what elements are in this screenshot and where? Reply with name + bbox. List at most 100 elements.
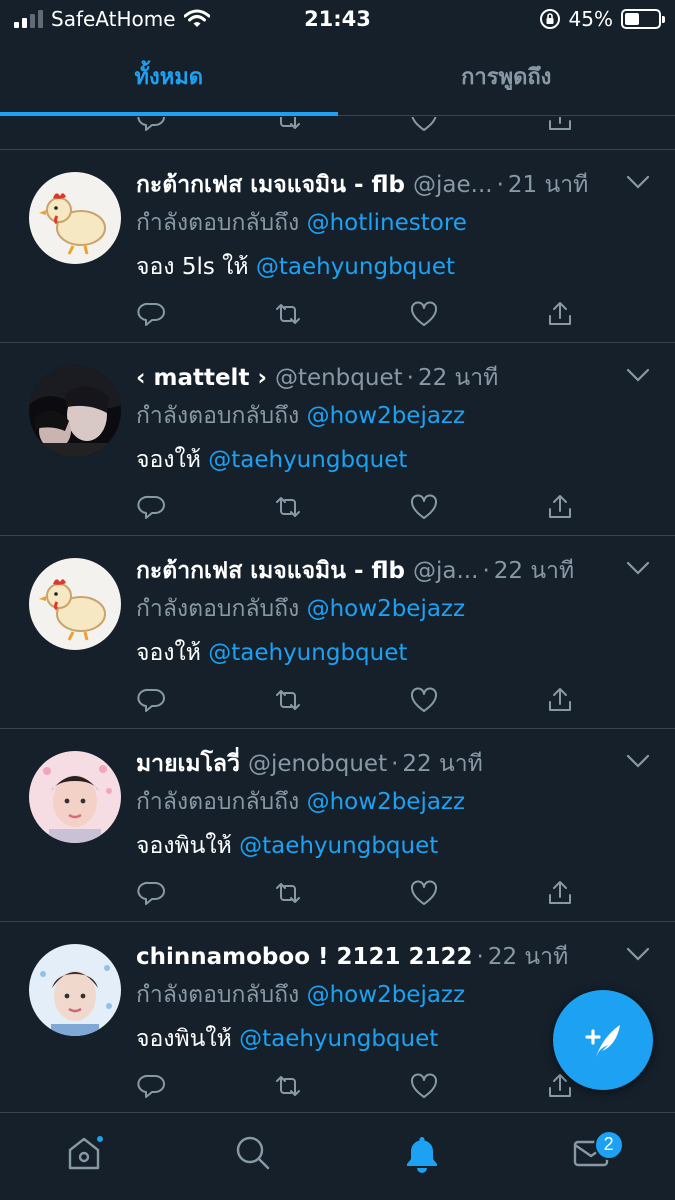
like-icon[interactable] xyxy=(408,684,440,716)
compose-feather-icon xyxy=(585,1025,620,1057)
share-icon[interactable] xyxy=(544,298,576,330)
messages-badge: 2 xyxy=(593,1129,624,1160)
tweet-text-body: จองให้ xyxy=(136,640,201,666)
tab-mentions[interactable]: การพูดถึง xyxy=(338,38,675,115)
tab-all[interactable]: ทั้งหมด xyxy=(0,38,338,116)
replying-to-label: กำลังตอบกลับถึง xyxy=(136,982,300,1008)
tweet-author-name[interactable]: chinnamoboo ! 2121 2122 xyxy=(136,940,473,974)
retweet-icon[interactable] xyxy=(272,491,304,523)
tweet-author-name[interactable]: มายเมโลวี่ xyxy=(136,747,240,781)
tweet-author-handle: @jae... xyxy=(413,172,493,198)
replying-to-line: กำลังตอบกลับถึง @how2bejazz xyxy=(136,781,629,823)
signal-strength-icon xyxy=(14,10,43,28)
notification-feed[interactable]: กะต้ากเฟส เมจแจมิน - flb @jae... · 21 นาทีก… xyxy=(0,117,675,1112)
tweet-author-handle: @jenobquet xyxy=(247,751,388,777)
replying-to-mention[interactable]: @hotlinestore xyxy=(307,210,467,236)
avatar[interactable] xyxy=(29,365,121,457)
separator-dot: · xyxy=(496,172,504,198)
reply-icon[interactable] xyxy=(136,117,168,135)
replying-to-label: กำลังตอบกลับถึง xyxy=(136,789,300,815)
tweet-mention-link[interactable]: @taehyungbquet xyxy=(208,447,407,473)
chevron-down-icon[interactable] xyxy=(625,558,651,578)
reply-icon[interactable] xyxy=(136,1070,168,1102)
tweet-mention-link[interactable]: @taehyungbquet xyxy=(256,254,455,280)
replying-to-line: กำลังตอบกลับถึง @how2bejazz xyxy=(136,395,629,437)
replying-to-mention[interactable]: @how2bejazz xyxy=(307,982,465,1008)
avatar[interactable] xyxy=(29,751,121,843)
tweet-author-name[interactable]: กะต้ากเฟส เมจแจมิน - flb xyxy=(136,168,405,202)
tweet-text-body: จองพินให้ xyxy=(136,1026,232,1052)
share-icon[interactable] xyxy=(544,684,576,716)
nav-home[interactable] xyxy=(59,1128,109,1178)
tweet-timestamp: 21 นาที xyxy=(507,172,589,198)
tweet-author-name[interactable]: ‹ mattelt › xyxy=(136,361,267,395)
like-icon[interactable] xyxy=(408,117,440,135)
separator-dot: · xyxy=(476,944,484,970)
like-icon[interactable] xyxy=(408,877,440,909)
retweet-icon[interactable] xyxy=(272,117,304,135)
replying-to-label: กำลังตอบกลับถึง xyxy=(136,596,300,622)
tweet-mention-link[interactable]: @taehyungbquet xyxy=(208,640,407,666)
replying-to-mention[interactable]: @how2bejazz xyxy=(307,596,465,622)
avatar[interactable] xyxy=(29,944,121,1036)
chevron-down-icon[interactable] xyxy=(625,751,651,771)
bell-icon xyxy=(406,1136,437,1173)
tweet-timestamp: 22 นาที xyxy=(487,944,569,970)
tweet-timestamp: 22 นาที xyxy=(493,558,575,584)
nav-search[interactable] xyxy=(228,1128,278,1178)
avatar[interactable] xyxy=(29,558,121,650)
status-bar: SafeAtHome 21:43 45% xyxy=(0,0,675,38)
notification-tabs: ทั้งหมด การพูดถึง xyxy=(0,38,675,116)
retweet-icon[interactable] xyxy=(272,298,304,330)
separator-dot: · xyxy=(482,558,490,584)
retweet-icon[interactable] xyxy=(272,684,304,716)
tweet-mention-link[interactable]: @taehyungbquet xyxy=(239,833,438,859)
replying-to-mention[interactable]: @how2bejazz xyxy=(307,403,465,429)
share-icon[interactable] xyxy=(544,877,576,909)
replying-to-label: กำลังตอบกลับถึง xyxy=(136,403,300,429)
partial-tweet-actions xyxy=(0,117,675,150)
tweet-mention-link[interactable]: @taehyungbquet xyxy=(239,1026,438,1052)
tweet-timestamp: 22 นาที xyxy=(417,365,499,391)
chevron-down-icon[interactable] xyxy=(625,365,651,385)
replying-to-line: กำลังตอบกลับถึง @how2bejazz xyxy=(136,974,629,1016)
reply-icon[interactable] xyxy=(136,684,168,716)
tweet-timestamp: 22 นาที xyxy=(402,751,483,777)
separator-dot: · xyxy=(391,751,399,777)
replying-to-line: กำลังตอบกลับถึง @how2bejazz xyxy=(136,588,629,630)
nav-messages[interactable]: 2 xyxy=(566,1128,624,1178)
rotation-lock-icon xyxy=(539,9,560,29)
chevron-down-icon[interactable] xyxy=(625,172,651,192)
share-icon[interactable] xyxy=(544,491,576,523)
tweet-author-name[interactable]: กะต้ากเฟส เมจแจมิน - flb xyxy=(136,554,405,588)
tweet-row[interactable]: กะต้ากเฟส เมจแจมิน - flb @ja... · 22 นาทีกำ… xyxy=(0,536,675,729)
battery-percent: 45% xyxy=(568,7,613,31)
tweet-text-body: จองพินให้ xyxy=(136,833,232,859)
chevron-down-icon[interactable] xyxy=(625,944,651,964)
retweet-icon[interactable] xyxy=(272,1070,304,1102)
tweet-author-handle: @ja... xyxy=(413,558,479,584)
tweet-text: จองให้ @taehyungbquet xyxy=(136,437,629,483)
tweet-text: จองพินให้ @taehyungbquet xyxy=(136,823,629,869)
like-icon[interactable] xyxy=(408,298,440,330)
search-icon xyxy=(236,1136,270,1169)
tweet-author-handle: @tenbquet xyxy=(274,365,403,391)
separator-dot: · xyxy=(406,365,414,391)
tweet-row[interactable]: กะต้ากเฟส เมจแจมิน - flb @jae... · 21 นาทีก… xyxy=(0,150,675,343)
carrier-name: SafeAtHome xyxy=(51,7,176,31)
tweet-row[interactable]: มายเมโลวี่ @jenobquet · 22 นาทีกำลังตอบกลับ… xyxy=(0,729,675,922)
like-icon[interactable] xyxy=(408,491,440,523)
tweet-text-body: จอง 5ls ให้ xyxy=(136,254,249,280)
reply-icon[interactable] xyxy=(136,298,168,330)
compose-tweet-button[interactable] xyxy=(553,990,653,1090)
reply-icon[interactable] xyxy=(136,491,168,523)
avatar[interactable] xyxy=(29,172,121,264)
retweet-icon[interactable] xyxy=(272,877,304,909)
tweet-row[interactable]: ‹ mattelt › @tenbquet · 22 นาทีกำลังตอบกลับ… xyxy=(0,343,675,536)
nav-notifications[interactable] xyxy=(397,1128,447,1178)
replying-to-mention[interactable]: @how2bejazz xyxy=(307,789,465,815)
replying-to-line: กำลังตอบกลับถึง @hotlinestore xyxy=(136,202,629,244)
like-icon[interactable] xyxy=(408,1070,440,1102)
share-icon[interactable] xyxy=(544,117,576,135)
reply-icon[interactable] xyxy=(136,877,168,909)
